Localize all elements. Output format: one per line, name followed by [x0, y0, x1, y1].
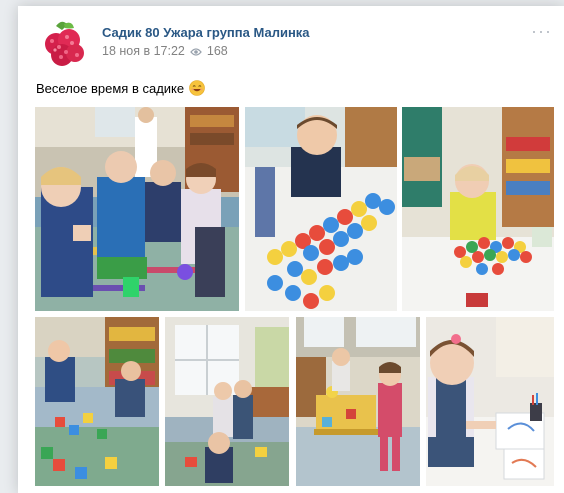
- photo-girl-coloring[interactable]: [426, 317, 554, 486]
- post-card: Садик 80 Ужара группа Малинка 18 ноя в 1…: [18, 6, 564, 493]
- smiling-face-emoji-icon: [189, 80, 205, 96]
- view-count: 168: [206, 44, 228, 58]
- author-name[interactable]: Садик 80 Ужара группа Малинка: [102, 25, 310, 40]
- photo-boy-with-mosaic[interactable]: [245, 107, 397, 311]
- post-meta: 18 ноя в 17:22 168: [102, 44, 228, 58]
- photo-girl-with-mosaic[interactable]: [402, 107, 554, 311]
- raspberry-avatar-icon[interactable]: [34, 16, 90, 72]
- photo-kids-in-classroom[interactable]: [165, 317, 289, 486]
- photo-boys-with-blocks[interactable]: [35, 317, 159, 486]
- eye-icon: [190, 46, 202, 56]
- more-options-button[interactable]: ···: [531, 22, 552, 40]
- photo-kids-at-play-table[interactable]: [296, 317, 420, 486]
- photo-kids-on-carpet[interactable]: [35, 107, 239, 311]
- post-text-content: Веселое время в садике: [36, 80, 185, 96]
- post-text: Веселое время в садике: [36, 80, 205, 96]
- post-date[interactable]: 18 ноя в 17:22: [102, 44, 185, 58]
